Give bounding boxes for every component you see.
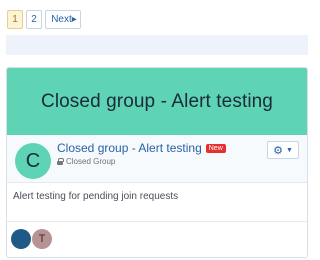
group-card: Closed group - Alert testing C Closed gr… [6, 67, 308, 258]
pagination: 1 2 Next▸ [7, 10, 84, 29]
member-avatars: T [7, 221, 307, 257]
new-badge: New [205, 144, 226, 153]
next-page-button[interactable]: Next▸ [45, 10, 81, 29]
group-hero-banner[interactable]: Closed group - Alert testing [7, 68, 307, 135]
page-2-button[interactable]: 2 [26, 10, 42, 29]
group-description: Alert testing for pending join requests [13, 191, 179, 202]
group-type-label: Closed Group [66, 157, 116, 166]
group-avatar[interactable]: C [15, 143, 51, 179]
lock-icon [57, 158, 64, 165]
chevron-down-icon: ▼ [285, 146, 293, 154]
group-name-text[interactable]: Closed group - Alert testing [57, 141, 202, 155]
group-settings-button[interactable]: ⚙ ▼ [267, 141, 299, 159]
page-1-button[interactable]: 1 [7, 10, 23, 29]
filter-band [6, 35, 308, 55]
group-name-link[interactable]: Closed group - Alert testing New [57, 141, 226, 155]
member-avatar[interactable]: T [32, 229, 52, 249]
hero-title: Closed group - Alert testing [41, 90, 273, 112]
gear-icon: ⚙ [273, 144, 283, 157]
group-type: Closed Group [57, 157, 115, 166]
group-info: C Closed group - Alert testing New Closed… [7, 135, 307, 183]
member-avatar[interactable] [11, 229, 31, 249]
